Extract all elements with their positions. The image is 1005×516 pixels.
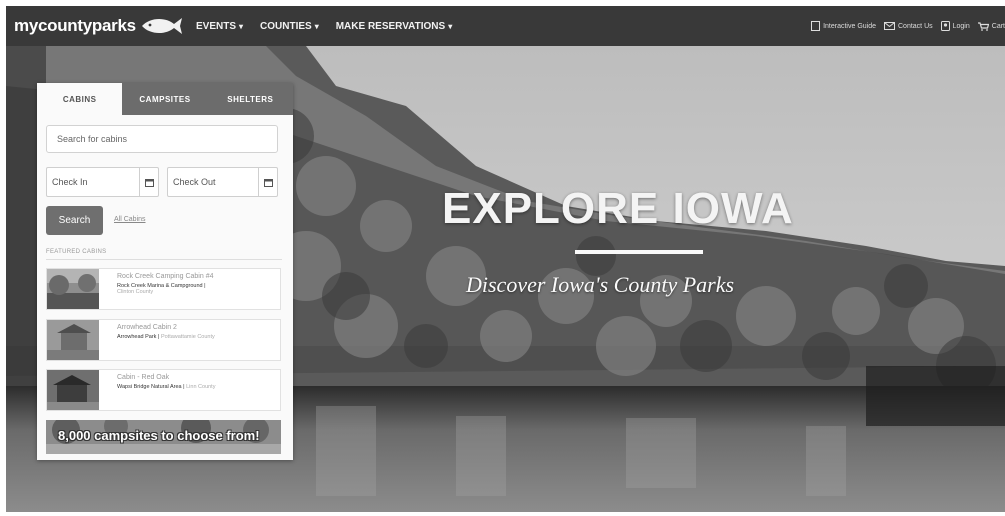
tab-campsites[interactable]: CAMPSITES bbox=[122, 83, 208, 115]
login-link[interactable]: Login bbox=[940, 21, 970, 31]
search-button[interactable]: Search bbox=[46, 206, 103, 235]
featured-cabins-heading: FEATURED CABINS bbox=[46, 249, 107, 255]
booking-tabs: CABINS CAMPSITES SHELTERS bbox=[37, 83, 293, 115]
chevron-down-icon: ▾ bbox=[239, 21, 244, 31]
tab-shelters[interactable]: SHELTERS bbox=[207, 83, 293, 115]
user-icon bbox=[940, 21, 950, 31]
cabin-county: Pottawattamie County bbox=[160, 334, 215, 340]
chevron-down-icon: ▾ bbox=[448, 21, 453, 31]
cart-label: Cart bbox=[991, 22, 1005, 30]
cart-icon bbox=[977, 21, 989, 31]
campsites-promo-banner[interactable]: 8,000 campsites to choose from! bbox=[46, 420, 281, 454]
calendar-icon[interactable] bbox=[139, 168, 158, 196]
menu-events[interactable]: EVENTS ▾ bbox=[196, 21, 243, 32]
cabin-county: Linn County bbox=[186, 384, 216, 390]
tab-cabins[interactable]: CABINS bbox=[37, 83, 123, 115]
cabin-park-name: Arrowhead Park bbox=[117, 334, 157, 340]
cabin-park-name: Wapsi Bridge Natural Area bbox=[117, 384, 182, 390]
check-out-placeholder: Check Out bbox=[173, 177, 216, 187]
utility-links: Interactive Guide Contact Us Login Cart bbox=[803, 21, 1005, 31]
envelope-icon bbox=[884, 22, 895, 30]
login-label: Login bbox=[952, 22, 970, 30]
featured-cabin-item[interactable]: Arrowhead Cabin 2 Arrowhead Park | Potta… bbox=[46, 319, 281, 361]
fish-logo-icon bbox=[141, 18, 182, 34]
hero-title: EXPLORE IOWA bbox=[442, 184, 794, 233]
interactive-guide-link[interactable]: Interactive Guide bbox=[811, 21, 876, 31]
check-out-field[interactable]: Check Out bbox=[167, 167, 278, 197]
contact-us-label: Contact Us bbox=[898, 22, 933, 30]
menu-make-reservations[interactable]: MAKE RESERVATIONS ▾ bbox=[336, 21, 452, 32]
calendar-icon[interactable] bbox=[258, 168, 277, 196]
check-in-field[interactable]: Check In bbox=[46, 167, 159, 197]
book-icon bbox=[811, 21, 821, 31]
cabin-name: Rock Creek Camping Cabin #4 bbox=[117, 273, 214, 280]
booking-widget: CABINS CAMPSITES SHELTERS Search for cab… bbox=[37, 83, 293, 460]
menu-counties[interactable]: COUNTIES ▾ bbox=[260, 21, 319, 32]
cabin-thumbnail bbox=[47, 320, 99, 360]
main-menu: EVENTS ▾ COUNTIES ▾ MAKE RESERVATIONS ▾ bbox=[196, 21, 469, 32]
featured-cabin-item[interactable]: Rock Creek Camping Cabin #4 Rock Creek M… bbox=[46, 268, 281, 310]
menu-make-reservations-label: MAKE RESERVATIONS bbox=[335, 20, 446, 32]
menu-events-label: EVENTS bbox=[196, 20, 237, 32]
cabin-search-input[interactable]: Search for cabins bbox=[46, 125, 278, 153]
site-logo[interactable]: mycountyparks bbox=[14, 15, 186, 37]
promo-text: 8,000 campsites to choose from! bbox=[58, 428, 260, 443]
chevron-down-icon: ▾ bbox=[314, 21, 319, 31]
cabin-county: Clinton County bbox=[117, 289, 154, 295]
cabin-thumbnail bbox=[47, 370, 99, 410]
divider bbox=[46, 259, 282, 260]
cabin-name: Arrowhead Cabin 2 bbox=[117, 324, 177, 331]
cart-link[interactable]: Cart bbox=[977, 21, 1005, 31]
cabin-thumbnail bbox=[47, 269, 99, 309]
check-in-placeholder: Check In bbox=[52, 177, 88, 187]
logo-text: mycountyparks bbox=[14, 16, 136, 35]
hero-subtitle: Discover Iowa's County Parks bbox=[466, 272, 735, 297]
interactive-guide-label: Interactive Guide bbox=[823, 22, 876, 30]
contact-us-link[interactable]: Contact Us bbox=[884, 22, 933, 30]
menu-counties-label: COUNTIES bbox=[260, 20, 312, 32]
cabin-park: Arrowhead Park | Pottawattamie County bbox=[117, 334, 215, 340]
cabin-name: Cabin - Red Oak bbox=[117, 374, 170, 381]
page: mycountyparks EVENTS ▾ COUNTIES ▾ MAKE R… bbox=[6, 6, 1005, 512]
featured-cabin-item[interactable]: Cabin - Red Oak Wapsi Bridge Natural Are… bbox=[46, 369, 281, 411]
cabin-park: Wapsi Bridge Natural Area | Linn County bbox=[117, 384, 216, 390]
top-nav-bar: mycountyparks EVENTS ▾ COUNTIES ▾ MAKE R… bbox=[6, 6, 1005, 46]
all-cabins-link[interactable]: All Cabins bbox=[114, 216, 146, 223]
hero-divider bbox=[575, 250, 703, 254]
